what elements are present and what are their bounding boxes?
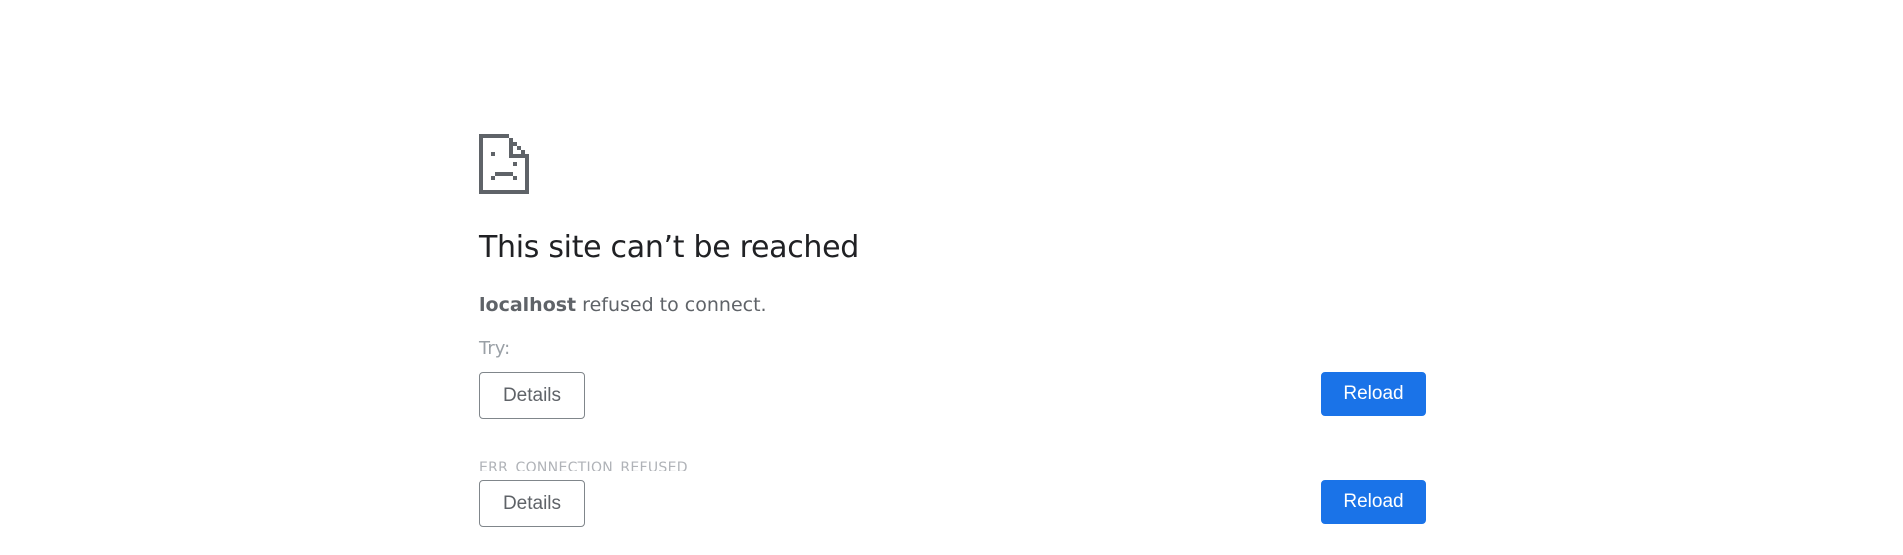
suggestions-label: Try: — [479, 338, 511, 359]
error-code: ERR_CONNECTION_REFUSED — [479, 460, 688, 471]
sad-page-icon — [479, 134, 529, 194]
details-button-secondary[interactable]: Details — [479, 480, 585, 527]
details-button[interactable]: Details — [479, 372, 585, 419]
host-name: localhost — [479, 294, 577, 316]
error-summary: localhost refused to connect. — [479, 292, 767, 318]
page-title: This site can’t be reached — [479, 230, 860, 265]
error-message: refused to connect. — [576, 294, 767, 316]
reload-button-secondary[interactable]: Reload — [1321, 480, 1426, 524]
reload-button[interactable]: Reload — [1321, 372, 1426, 416]
